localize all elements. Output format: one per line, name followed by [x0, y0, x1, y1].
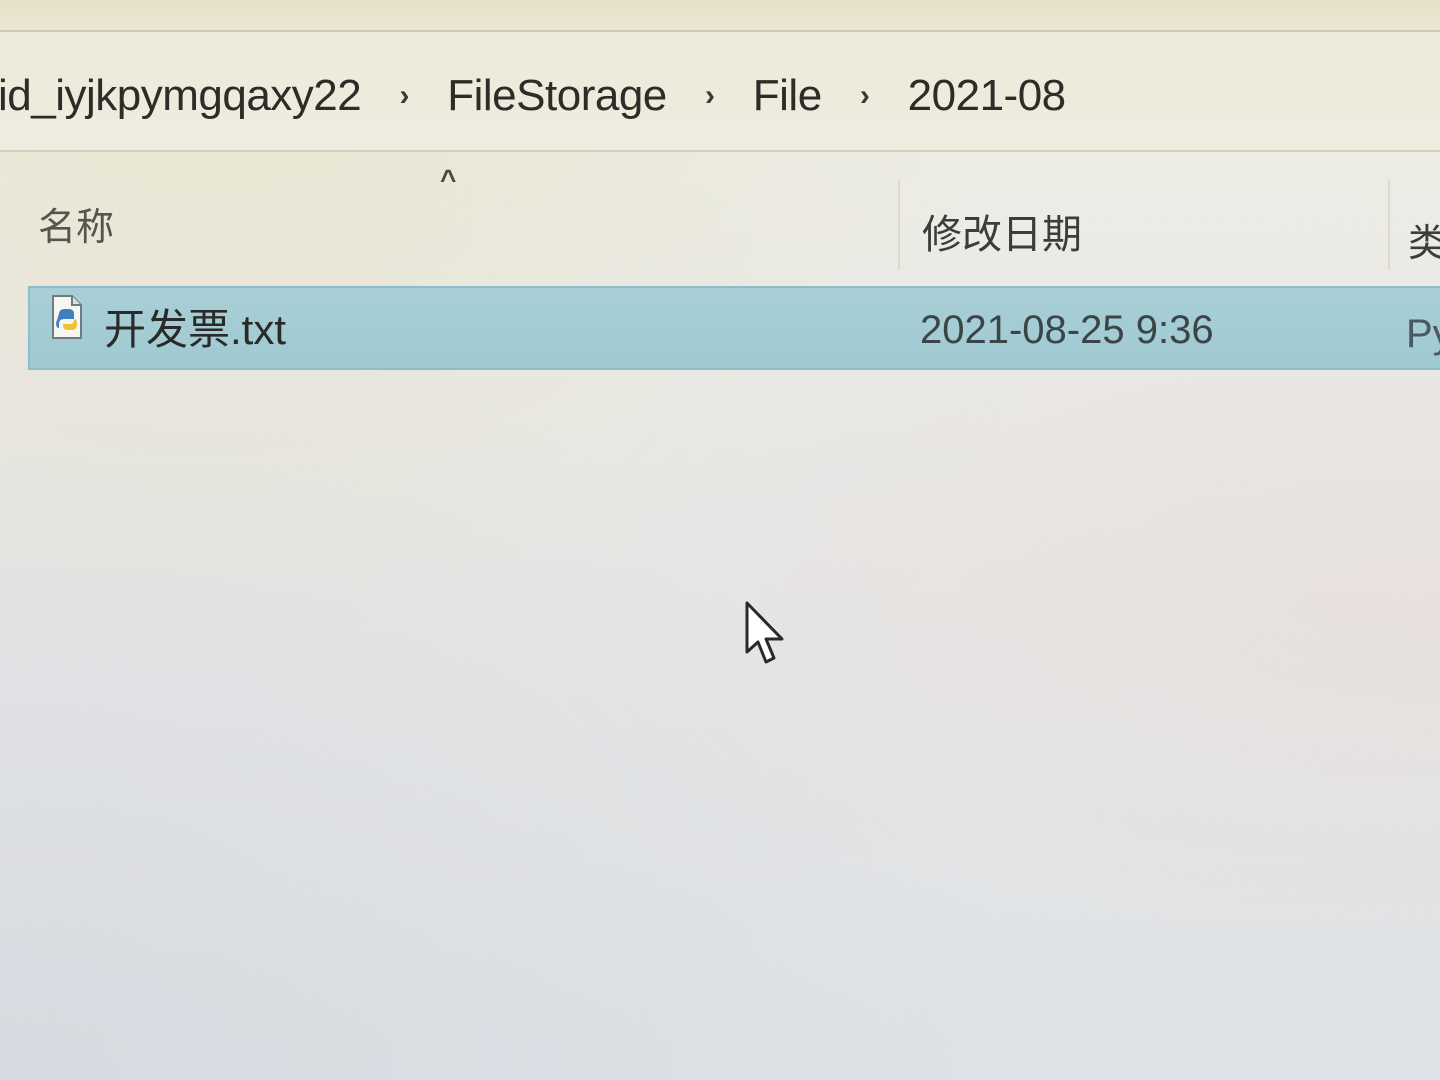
chevron-right-icon[interactable]: ›	[361, 79, 447, 113]
column-header-type[interactable]: 类	[1408, 212, 1440, 267]
breadcrumb: id_iyjkpymgqaxy22 › FileStorage › File ›…	[0, 64, 1066, 128]
file-list-empty-area[interactable]	[0, 372, 1440, 1080]
column-header-bar	[0, 152, 1440, 270]
column-header-date-modified[interactable]: 修改日期	[922, 202, 1082, 260]
breadcrumb-item-file[interactable]: File	[753, 71, 822, 121]
python-file-icon	[52, 295, 82, 339]
window-top-strip	[0, 0, 1440, 32]
column-divider[interactable]	[1388, 180, 1390, 270]
file-name[interactable]: 开发票.txt	[104, 296, 286, 357]
file-date-modified: 2021-08-25 9:36	[920, 308, 1214, 352]
breadcrumb-item-filestorage[interactable]: FileStorage	[447, 71, 667, 121]
column-divider[interactable]	[898, 180, 900, 270]
breadcrumb-item-current-folder[interactable]: 2021-08	[908, 71, 1066, 121]
breadcrumb-item-user-folder[interactable]: id_iyjkpymgqaxy22	[0, 71, 362, 121]
chevron-right-icon[interactable]: ›	[822, 79, 908, 113]
file-type: Py	[1406, 312, 1440, 356]
mouse-cursor-icon	[745, 601, 784, 664]
column-header-name[interactable]: 名称	[38, 196, 114, 251]
chevron-right-icon[interactable]: ›	[667, 79, 753, 113]
sort-ascending-icon: ^	[440, 164, 457, 195]
